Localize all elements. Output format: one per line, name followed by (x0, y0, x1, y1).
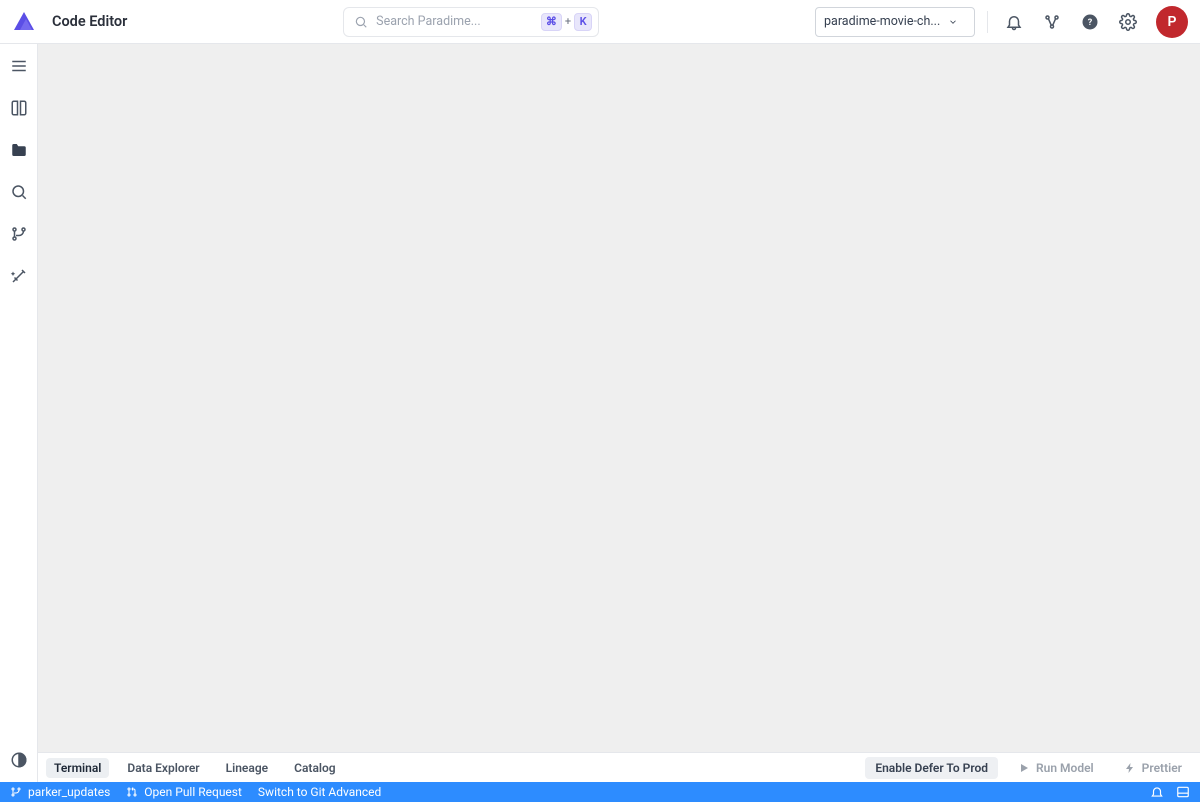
prettier-label: Prettier (1142, 761, 1182, 775)
bell-icon (1150, 785, 1164, 799)
search-input[interactable]: Search Paradime... ⌘ + K (343, 7, 599, 37)
panel-icon (1176, 785, 1190, 799)
search-icon (10, 183, 28, 201)
status-open-pr[interactable]: Open Pull Request (126, 785, 242, 799)
svg-text:?: ? (1088, 18, 1093, 28)
header: Code Editor Search Paradime... ⌘ + K par… (0, 0, 1200, 44)
status-switch-git[interactable]: Switch to Git Advanced (258, 785, 381, 799)
header-right: paradime-movie-ch... ? P (815, 6, 1188, 38)
paradime-logo[interactable] (12, 10, 36, 34)
panel-tab-terminal[interactable]: Terminal (46, 758, 109, 778)
magic-wand-icon (10, 267, 28, 285)
run-model-button[interactable]: Run Model (1008, 757, 1104, 779)
workspace-select[interactable]: paradime-movie-ch... (815, 7, 975, 37)
status-branch-label: parker_updates (28, 785, 110, 799)
activity-bar (0, 44, 38, 782)
help-button[interactable]: ? (1076, 8, 1104, 36)
status-right (1150, 785, 1190, 799)
bolt-icon (1124, 762, 1136, 774)
chevron-down-icon (948, 17, 958, 27)
search-icon (354, 15, 368, 29)
shortcut-cmd-key: ⌘ (541, 13, 562, 31)
notifications-button[interactable] (1000, 8, 1028, 36)
status-panel-toggle[interactable] (1176, 785, 1190, 799)
pull-request-icon (126, 786, 138, 798)
search-shortcut: ⌘ + K (541, 13, 592, 31)
editor-area[interactable] (38, 44, 1200, 752)
divider (987, 11, 988, 33)
page-title: Code Editor (52, 13, 127, 30)
search-placeholder: Search Paradime... (376, 14, 533, 29)
activity-magic[interactable] (7, 264, 31, 288)
folder-icon (10, 141, 28, 159)
status-bar: parker_updates Open Pull Request Switch … (0, 782, 1200, 802)
book-icon (10, 99, 28, 117)
panel-tab-data-explorer[interactable]: Data Explorer (119, 758, 207, 778)
header-center: Search Paradime... ⌘ + K (137, 7, 805, 37)
shortcut-k-key: K (574, 13, 592, 31)
activity-search[interactable] (7, 180, 31, 204)
contrast-icon (10, 751, 28, 769)
gear-icon (1119, 13, 1137, 31)
content: Terminal Data Explorer Lineage Catalog E… (0, 44, 1200, 782)
status-open-pr-label: Open Pull Request (144, 785, 242, 799)
activity-files[interactable] (7, 138, 31, 162)
bell-icon (1005, 13, 1023, 31)
workspace-selected-label: paradime-movie-ch... (824, 14, 940, 29)
status-branch[interactable]: parker_updates (10, 785, 110, 799)
activity-docs[interactable] (7, 96, 31, 120)
user-avatar[interactable]: P (1156, 6, 1188, 38)
git-branch-icon (10, 786, 22, 798)
panel-tab-lineage[interactable]: Lineage (218, 758, 277, 778)
git-branch-icon (10, 225, 28, 243)
play-icon (1018, 762, 1030, 774)
sidebar-toggle[interactable] (7, 54, 31, 78)
run-model-label: Run Model (1036, 761, 1094, 775)
settings-button[interactable] (1114, 8, 1142, 36)
lineage-button[interactable] (1038, 8, 1066, 36)
enable-defer-label: Enable Defer To Prod (875, 761, 988, 775)
panel-tab-catalog[interactable]: Catalog (286, 758, 344, 778)
panel-bar: Terminal Data Explorer Lineage Catalog E… (38, 752, 1200, 782)
help-icon: ? (1081, 13, 1099, 31)
menu-icon (10, 57, 28, 75)
prettier-button[interactable]: Prettier (1114, 757, 1192, 779)
theme-toggle[interactable] (7, 748, 31, 772)
activity-git[interactable] (7, 222, 31, 246)
enable-defer-button[interactable]: Enable Defer To Prod (865, 757, 998, 779)
status-bell[interactable] (1150, 785, 1164, 799)
status-switch-git-label: Switch to Git Advanced (258, 785, 381, 799)
shortcut-plus: + (565, 15, 571, 28)
graph-icon (1043, 13, 1061, 31)
main: Terminal Data Explorer Lineage Catalog E… (38, 44, 1200, 782)
